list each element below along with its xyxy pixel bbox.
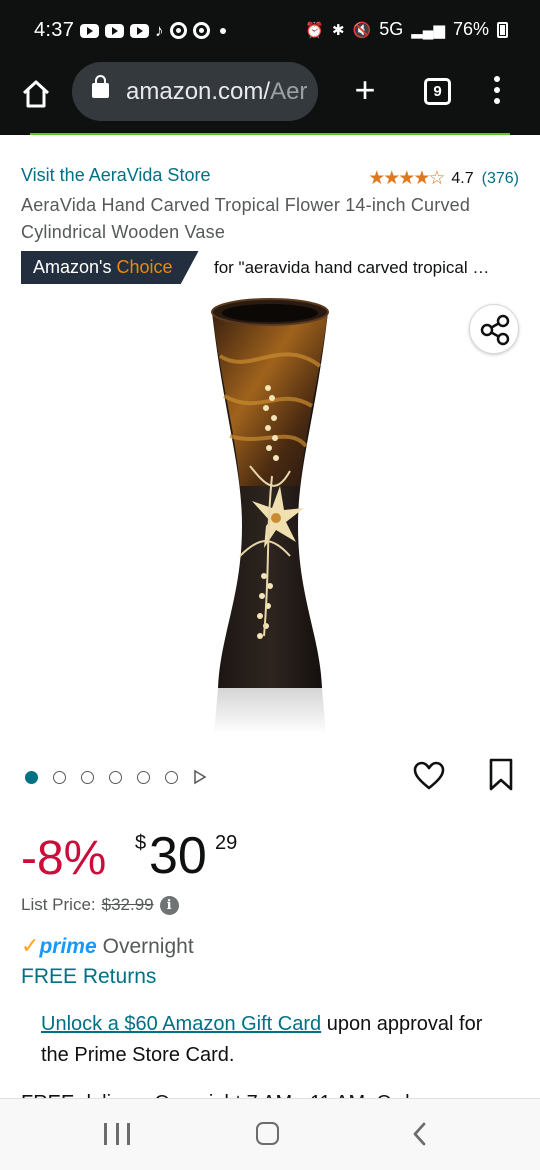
- image-carousel-dots: [25, 769, 207, 785]
- carousel-dot[interactable]: [165, 770, 178, 784]
- home-button[interactable]: [20, 78, 52, 110]
- price-fraction: 29: [215, 832, 238, 854]
- carousel-dot[interactable]: [109, 770, 122, 784]
- carousel-dot[interactable]: [53, 770, 66, 784]
- list-price: List Price: $32.99 i: [21, 895, 179, 915]
- prime-logo: prime: [39, 935, 97, 958]
- choice-query-text: for "aeravida hand carved tropical …: [214, 258, 490, 277]
- more-notifications-icon: [219, 27, 226, 34]
- share-button[interactable]: [469, 304, 519, 354]
- video-play-icon[interactable]: [193, 769, 207, 785]
- youtube-icon: [130, 23, 149, 38]
- rating-value: 4.7: [451, 169, 474, 187]
- notification-icons: ♪: [80, 22, 226, 39]
- info-icon[interactable]: i: [159, 895, 179, 915]
- browser-toolbar: amazon.com/Aer + 9: [0, 62, 540, 135]
- alarm-icon: ⏰: [305, 21, 324, 39]
- youtube-icon: [80, 23, 99, 38]
- tiktok-icon: ♪: [155, 20, 164, 40]
- list-price-label: List Price:: [21, 895, 96, 914]
- recent-apps-button[interactable]: [104, 1123, 130, 1145]
- status-time: 4:37: [34, 19, 75, 41]
- carousel-dot[interactable]: [25, 770, 38, 784]
- bookmark-icon: [489, 758, 513, 791]
- prime-check-icon: ✓: [21, 933, 40, 958]
- save-for-later-button[interactable]: [488, 758, 514, 792]
- price-whole: 30: [149, 827, 207, 885]
- product-image[interactable]: [180, 296, 360, 736]
- plus-icon: +: [354, 69, 376, 110]
- system-navigation-bar: [0, 1098, 540, 1170]
- back-button[interactable]: [410, 1121, 430, 1147]
- prime-delivery: ✓ prime Overnight: [21, 933, 194, 959]
- overflow-menu-button[interactable]: [490, 76, 504, 108]
- amazons-choice-badge: Amazon's Choice: [21, 251, 199, 284]
- list-price-value: $32.99: [101, 895, 154, 914]
- store-link[interactable]: Visit the AeraVida Store: [21, 165, 210, 186]
- network-label: 5G: [379, 19, 404, 39]
- address-bar[interactable]: amazon.com/Aer: [72, 62, 318, 121]
- star-rating-icon: ★★★★☆: [368, 168, 445, 189]
- status-bar: 4:37 ♪ ⏰ ✱ 🔇 5G ▂▄▆ 76%: [0, 0, 540, 62]
- discount-percent: -8%: [21, 832, 107, 885]
- page-load-progress: [30, 133, 510, 135]
- chrome-icon: [192, 22, 210, 39]
- gift-card-offer: Unlock a $60 Amazon Gift Card upon appro…: [41, 1009, 501, 1071]
- home-nav-button[interactable]: [256, 1122, 279, 1145]
- more-vert-icon: [494, 76, 500, 82]
- share-icon: [480, 314, 510, 346]
- prime-speed: Overnight: [102, 935, 194, 958]
- bluetooth-icon: ✱: [331, 21, 345, 39]
- lock-icon: [92, 75, 109, 98]
- back-icon: [413, 1122, 426, 1146]
- carousel-dot[interactable]: [137, 770, 150, 784]
- signal-icon: ▂▄▆: [411, 21, 445, 39]
- free-returns-link[interactable]: FREE Returns: [21, 965, 156, 989]
- new-tab-button[interactable]: +: [350, 72, 380, 108]
- carousel-dot[interactable]: [81, 770, 94, 784]
- review-count-link[interactable]: (376): [482, 170, 519, 188]
- mute-icon: 🔇: [352, 21, 372, 39]
- currency-symbol: $: [135, 832, 147, 854]
- product-title: AeraVida Hand Carved Tropical Flower 14-…: [21, 195, 471, 242]
- battery-icon: [497, 21, 508, 38]
- system-icons: ⏰ ✱ 🔇 5G ▂▄▆ 76%: [305, 19, 508, 40]
- tab-switcher-button[interactable]: 9: [424, 78, 451, 105]
- url-text[interactable]: amazon.com/Aer: [126, 78, 310, 106]
- rating-summary[interactable]: ★★★★☆ 4.7 (376): [368, 167, 519, 190]
- heart-icon: [413, 761, 445, 790]
- home-icon: [22, 80, 50, 108]
- gift-card-link[interactable]: Unlock a $60 Amazon Gift Card: [41, 1013, 321, 1035]
- battery-percent: 76%: [452, 19, 489, 39]
- youtube-icon: [105, 23, 124, 38]
- chrome-icon: [169, 22, 187, 39]
- add-to-list-button[interactable]: [413, 760, 445, 792]
